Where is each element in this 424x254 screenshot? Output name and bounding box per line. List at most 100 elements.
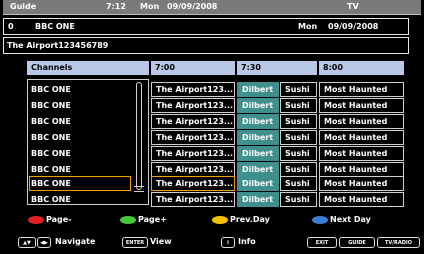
program-cell[interactable]: Most Haunted bbox=[319, 146, 404, 161]
row-channel-name[interactable]: BBC ONE bbox=[31, 180, 71, 188]
program-cell[interactable]: Most Haunted bbox=[319, 192, 404, 207]
guide-row: BBC ONE The Airport123... Dilbert Sushi … bbox=[0, 98, 424, 113]
channel-day: Mon bbox=[298, 22, 318, 31]
program-cell[interactable]: The Airport123... bbox=[151, 98, 235, 113]
program-cell[interactable]: Sushi bbox=[280, 98, 317, 113]
row-channel-name[interactable]: BBC ONE bbox=[31, 86, 71, 94]
tv-radio-key[interactable]: TV/RADIO bbox=[377, 237, 420, 248]
row-channel-name[interactable]: BBC ONE bbox=[31, 134, 71, 142]
channel-info-box: 0 BBC ONE Mon 09/09/2008 bbox=[3, 18, 409, 35]
program-cell[interactable]: The Airport123... bbox=[151, 82, 235, 97]
row-channel-name[interactable]: BBC ONE bbox=[31, 166, 71, 174]
guide-row: BBC ONE The Airport123... Dilbert Sushi … bbox=[0, 130, 424, 145]
program-title-cell: The Airport123... bbox=[156, 165, 234, 174]
tv-radio-key-text: TV/RADIO bbox=[384, 239, 413, 246]
program-title-cell: Sushi bbox=[285, 179, 310, 188]
program-cell[interactable]: Most Haunted bbox=[319, 176, 404, 191]
program-cell[interactable]: The Airport123... bbox=[151, 192, 235, 207]
program-cell[interactable]: Most Haunted bbox=[319, 98, 404, 113]
time-header-1-label: 7:00 bbox=[155, 63, 175, 72]
program-cell[interactable]: Dilbert bbox=[237, 176, 279, 191]
program-title-cell: The Airport123... bbox=[156, 101, 234, 110]
channels-header-label: Channels bbox=[31, 63, 73, 72]
program-cell[interactable]: Most Haunted bbox=[319, 162, 404, 177]
program-title-cell: Most Haunted bbox=[324, 195, 388, 204]
program-title-cell: The Airport123... bbox=[156, 133, 234, 142]
program-cell[interactable]: The Airport123... bbox=[151, 114, 235, 129]
program-cell[interactable]: Dilbert bbox=[237, 98, 279, 113]
info-key-text: i bbox=[227, 239, 229, 246]
program-cell[interactable]: Dilbert bbox=[237, 130, 279, 145]
program-title-cell: Most Haunted bbox=[324, 165, 388, 174]
program-title-cell: The Airport123... bbox=[156, 195, 234, 204]
program-cell[interactable]: Sushi bbox=[280, 146, 317, 161]
enter-key-text: ENTER bbox=[125, 239, 145, 246]
program-title-cell: Dilbert bbox=[242, 179, 274, 188]
program-cell-selected[interactable]: The Airport123... bbox=[151, 176, 235, 191]
program-title-cell: Most Haunted bbox=[324, 117, 388, 126]
program-title-cell: The Airport123... bbox=[156, 179, 234, 188]
program-title-cell: Dilbert bbox=[242, 195, 274, 204]
channel-date: 09/09/2008 bbox=[328, 22, 379, 31]
program-cell[interactable]: Sushi bbox=[280, 130, 317, 145]
program-cell[interactable]: Most Haunted bbox=[319, 130, 404, 145]
program-cell[interactable]: Sushi bbox=[280, 192, 317, 207]
blue-key-icon bbox=[312, 216, 328, 224]
green-key-label[interactable]: Page+ bbox=[138, 216, 167, 224]
program-cell[interactable]: Dilbert bbox=[237, 146, 279, 161]
program-title-cell: Dilbert bbox=[242, 165, 274, 174]
time-header-2: 7:30 bbox=[237, 61, 317, 75]
navigate-label: Navigate bbox=[55, 237, 96, 246]
program-cell[interactable]: Dilbert bbox=[237, 192, 279, 207]
program-cell[interactable]: Sushi bbox=[280, 162, 317, 177]
program-title-cell: Most Haunted bbox=[324, 85, 388, 94]
guide-key[interactable]: GUIDE bbox=[339, 237, 375, 248]
exit-key[interactable]: EXIT bbox=[307, 237, 337, 248]
row-channel-name[interactable]: BBC ONE bbox=[31, 102, 71, 110]
program-title-cell: Sushi bbox=[285, 195, 310, 204]
program-title: The Airport123456789 bbox=[7, 41, 109, 50]
red-key-label[interactable]: Page- bbox=[46, 216, 72, 224]
program-title-cell: Dilbert bbox=[242, 149, 274, 158]
row-channel-name[interactable]: BBC ONE bbox=[31, 150, 71, 158]
row-channel-name[interactable]: BBC ONE bbox=[31, 118, 71, 126]
program-title-cell: Most Haunted bbox=[324, 149, 388, 158]
program-cell[interactable]: Most Haunted bbox=[319, 114, 404, 129]
guide-key-text: GUIDE bbox=[348, 239, 366, 246]
program-cell[interactable]: Sushi bbox=[280, 82, 317, 97]
program-cell[interactable]: The Airport123... bbox=[151, 130, 235, 145]
program-title-cell: Sushi bbox=[285, 149, 310, 158]
green-key-icon bbox=[120, 216, 136, 224]
program-title-cell: Sushi bbox=[285, 165, 310, 174]
program-title-cell: Dilbert bbox=[242, 101, 274, 110]
program-cell[interactable]: Dilbert bbox=[237, 82, 279, 97]
program-cell[interactable]: The Airport123... bbox=[151, 162, 235, 177]
clock-time: 7:12 bbox=[106, 2, 126, 11]
program-cell[interactable]: Sushi bbox=[280, 176, 317, 191]
program-title-cell: The Airport123... bbox=[156, 85, 234, 94]
program-title-cell: Dilbert bbox=[242, 133, 274, 142]
program-cell[interactable]: Dilbert bbox=[237, 114, 279, 129]
program-cell[interactable]: Dilbert bbox=[237, 162, 279, 177]
enter-key-icon: ENTER bbox=[122, 237, 148, 248]
guide-row: BBC ONE The Airport123... Dilbert Sushi … bbox=[0, 162, 424, 177]
guide-row-selected: BBC ONE The Airport123... Dilbert Sushi … bbox=[0, 176, 424, 191]
program-cell[interactable]: Sushi bbox=[280, 114, 317, 129]
info-label: Info bbox=[238, 237, 256, 246]
row-channel-name[interactable]: BBC ONE bbox=[31, 196, 71, 204]
channel-number: 0 bbox=[8, 22, 14, 31]
time-header-1: 7:00 bbox=[151, 61, 235, 75]
time-header-3-label: 8:00 bbox=[323, 63, 343, 72]
blue-key-label[interactable]: Next Day bbox=[330, 216, 371, 224]
left-right-key-icon: ◀▶ bbox=[37, 237, 51, 248]
program-cell[interactable]: The Airport123... bbox=[151, 146, 235, 161]
program-title-cell: Most Haunted bbox=[324, 133, 388, 142]
yellow-key-label[interactable]: Prev.Day bbox=[230, 216, 270, 224]
mode-label: TV bbox=[347, 2, 359, 11]
program-title-cell: Dilbert bbox=[242, 117, 274, 126]
program-title-cell: Sushi bbox=[285, 101, 310, 110]
program-title-cell: Sushi bbox=[285, 133, 310, 142]
time-header-2-label: 7:30 bbox=[241, 63, 261, 72]
guide-row: BBC ONE The Airport123... Dilbert Sushi … bbox=[0, 114, 424, 129]
program-cell[interactable]: Most Haunted bbox=[319, 82, 404, 97]
